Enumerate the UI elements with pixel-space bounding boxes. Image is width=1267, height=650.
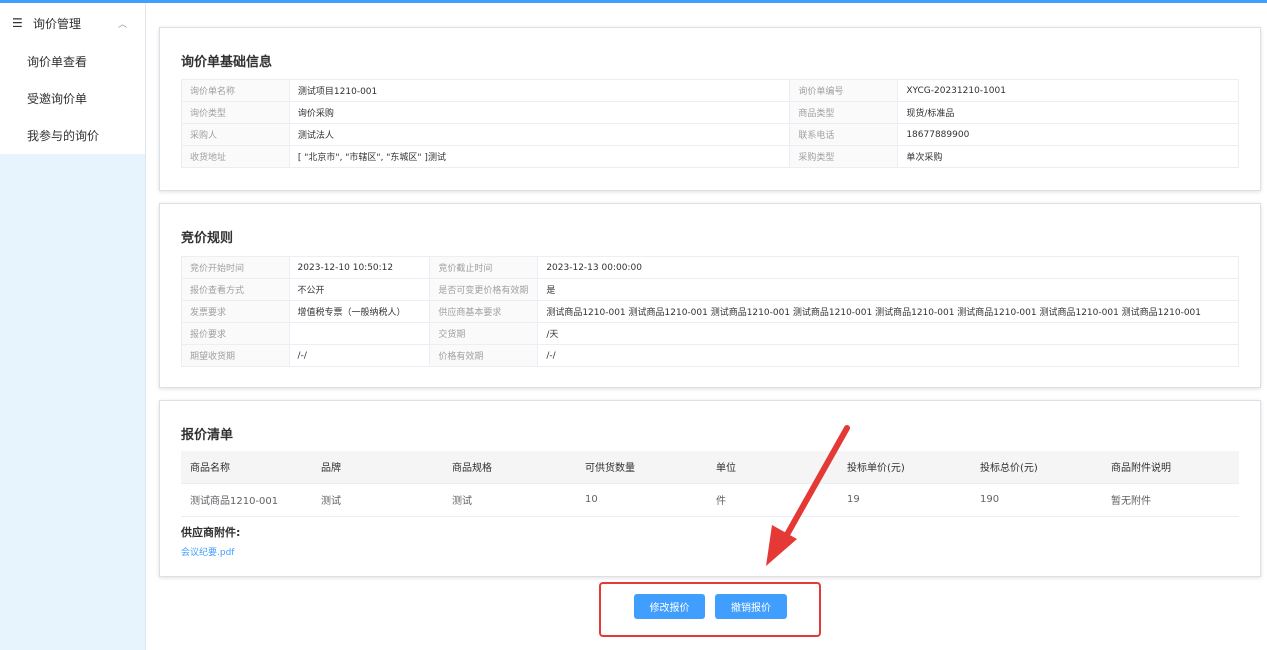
table-row: 采购人 测试法人 联系电话 18677889900 <box>181 123 1239 146</box>
value-inquiry-name: 测试项目1210-001 <box>288 79 791 102</box>
value-purchaser: 测试法人 <box>288 123 791 146</box>
annotation-highlight-box <box>599 582 821 637</box>
basic-info-table: 询价单名称 测试项目1210-001 询价单编号 XYCG-20231210-1… <box>181 79 1239 168</box>
quote-list-title: 报价清单 <box>181 428 234 443</box>
label-quote-visibility: 报价查看方式 <box>181 278 290 301</box>
label-supplier-requirement: 供应商基本要求 <box>429 300 539 323</box>
table-header-row: 商品名称 品牌 商品规格 可供货数量 单位 投标单价(元) 投标总价(元) 商品… <box>181 451 1239 484</box>
cell-unit-price: 19 <box>838 483 971 517</box>
value-phone: 18677889900 <box>897 123 1239 146</box>
column-header: 商品规格 <box>443 451 576 484</box>
sidebar-item-invited-inquiry[interactable]: 受邀询价单 <box>0 80 145 117</box>
quote-list-card: 报价清单 商品名称 品牌 商品规格 可供货数量 单位 投标单价(元) 投标总价(… <box>159 400 1261 577</box>
bid-rules-title: 竞价规则 <box>181 231 234 246</box>
value-expected-receipt: /-/ <box>288 344 431 367</box>
table-row: 报价要求 交货期 /天 <box>181 322 1239 345</box>
label-expected-receipt: 期望收货期 <box>181 344 290 367</box>
cell-brand: 测试 <box>312 483 443 517</box>
value-price-validity: /-/ <box>537 344 1239 367</box>
basic-info-title: 询价单基础信息 <box>181 55 273 70</box>
label-phone: 联系电话 <box>789 123 899 146</box>
quote-table: 商品名称 品牌 商品规格 可供货数量 单位 投标单价(元) 投标总价(元) 商品… <box>181 451 1239 517</box>
table-row: 竞价开始时间 2023-12-10 10:50:12 竞价截止时间 2023-1… <box>181 256 1239 279</box>
column-header: 可供货数量 <box>576 451 707 484</box>
sidebar-menu-header[interactable]: ☰ 询价管理 ︿ <box>0 3 145 43</box>
bid-rules-table: 竞价开始时间 2023-12-10 10:50:12 竞价截止时间 2023-1… <box>181 256 1239 367</box>
label-purchaser: 采购人 <box>181 123 290 146</box>
cell-quantity: 10 <box>576 483 707 517</box>
value-invoice-requirement: 增值税专票（一般纳税人） <box>288 300 431 323</box>
supplier-attachments-label: 供应商附件: <box>181 526 241 539</box>
bid-rules-card: 竞价规则 竞价开始时间 2023-12-10 10:50:12 竞价截止时间 2… <box>159 203 1261 388</box>
sidebar-item-inquiry-view[interactable]: 询价单查看 <box>0 43 145 80</box>
label-price-validity-changeable: 是否可变更价格有效期 <box>429 278 539 301</box>
label-delivery-address: 收货地址 <box>181 145 290 168</box>
table-row: 询价类型 询价采购 商品类型 现货/标准品 <box>181 101 1239 124</box>
table-row: 询价单名称 测试项目1210-001 询价单编号 XYCG-20231210-1… <box>181 79 1239 102</box>
chevron-up-icon[interactable]: ︿ <box>118 17 127 30</box>
value-product-type: 现货/标准品 <box>897 101 1239 124</box>
table-row: 收货地址 [ "北京市", "市辖区", "东城区" ]测试 采购类型 单次采购 <box>181 145 1239 168</box>
label-price-validity: 价格有效期 <box>429 344 539 367</box>
value-bid-end: 2023-12-13 00:00:00 <box>537 256 1239 279</box>
label-purchase-type: 采购类型 <box>789 145 899 168</box>
column-header: 商品附件说明 <box>1102 451 1239 484</box>
sidebar-item-my-participated[interactable]: 我参与的询价 <box>0 117 145 154</box>
value-quote-visibility: 不公开 <box>288 278 431 301</box>
label-delivery-period: 交货期 <box>429 322 539 345</box>
table-row: 测试商品1210-001 测试 测试 10 件 19 190 暂无附件 <box>181 483 1239 517</box>
column-header: 商品名称 <box>181 451 312 484</box>
column-header: 单位 <box>707 451 838 484</box>
value-price-validity-changeable: 是 <box>537 278 1239 301</box>
table-row: 期望收货期 /-/ 价格有效期 /-/ <box>181 344 1239 367</box>
sidebar-menu-title: 询价管理 <box>33 16 82 31</box>
value-quote-requirement <box>288 322 431 345</box>
cell-total-price: 190 <box>971 483 1102 517</box>
label-invoice-requirement: 发票要求 <box>181 300 290 323</box>
cell-attachment-note: 暂无附件 <box>1102 483 1239 517</box>
cell-product-name: 测试商品1210-001 <box>181 483 312 517</box>
label-bid-end: 竞价截止时间 <box>429 256 539 279</box>
column-header: 投标单价(元) <box>838 451 971 484</box>
label-product-type: 商品类型 <box>789 101 899 124</box>
table-row: 发票要求 增值税专票（一般纳税人） 供应商基本要求 测试商品1210-001 测… <box>181 300 1239 323</box>
value-bid-start: 2023-12-10 10:50:12 <box>288 256 431 279</box>
label-inquiry-type: 询价类型 <box>181 101 290 124</box>
value-purchase-type: 单次采购 <box>897 145 1239 168</box>
attachment-file-link[interactable]: 会议纪要.pdf <box>181 545 234 558</box>
label-inquiry-number: 询价单编号 <box>789 79 899 102</box>
sidebar-submenu: 询价单查看 受邀询价单 我参与的询价 <box>0 43 145 154</box>
menu-list-icon: ☰ <box>12 16 23 30</box>
label-inquiry-name: 询价单名称 <box>181 79 290 102</box>
top-accent-bar <box>0 0 1267 3</box>
sidebar: ☰ 询价管理 ︿ 询价单查看 受邀询价单 我参与的询价 <box>0 3 146 650</box>
value-delivery-period: /天 <box>537 322 1239 345</box>
value-supplier-requirement: 测试商品1210-001 测试商品1210-001 测试商品1210-001 测… <box>537 300 1239 323</box>
value-inquiry-type: 询价采购 <box>288 101 791 124</box>
label-quote-requirement: 报价要求 <box>181 322 290 345</box>
cell-unit: 件 <box>707 483 838 517</box>
value-delivery-address: [ "北京市", "市辖区", "东城区" ]测试 <box>288 145 791 168</box>
column-header: 品牌 <box>312 451 443 484</box>
column-header: 投标总价(元) <box>971 451 1102 484</box>
label-bid-start: 竞价开始时间 <box>181 256 290 279</box>
cell-spec: 测试 <box>443 483 576 517</box>
value-inquiry-number: XYCG-20231210-1001 <box>897 79 1239 102</box>
basic-info-card: 询价单基础信息 询价单名称 测试项目1210-001 询价单编号 XYCG-20… <box>159 27 1261 191</box>
table-row: 报价查看方式 不公开 是否可变更价格有效期 是 <box>181 278 1239 301</box>
